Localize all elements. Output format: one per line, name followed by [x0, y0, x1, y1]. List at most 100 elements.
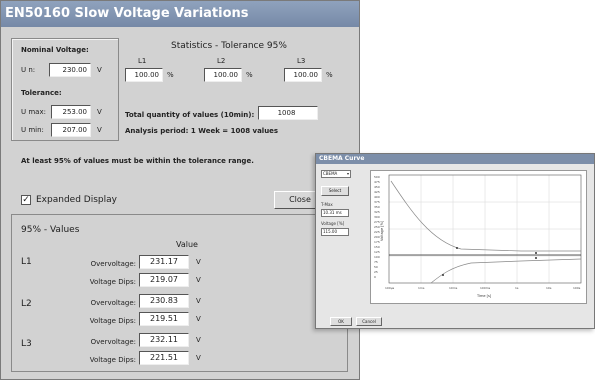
chevron-down-icon: ▾: [346, 171, 349, 176]
y-tick: 0: [374, 275, 376, 279]
measurement-point: [456, 247, 458, 249]
l1-dips-field[interactable]: 219.07: [139, 273, 189, 287]
cbema-plot-svg: 500 475 450 425 400 375 350 325 300 275 …: [374, 174, 582, 298]
window-title: EN50160 Slow Voltage Variations: [1, 1, 359, 27]
phase-l2-row-label: L2: [21, 299, 32, 309]
y-tick: 150: [374, 245, 380, 249]
y-tick: 300: [374, 215, 380, 219]
values-panel-heading: 95% - Values: [21, 225, 80, 235]
field2-label: Voltage [%]: [321, 221, 345, 226]
field1-label: T-Max: [321, 202, 333, 207]
check-icon: ✓: [22, 195, 30, 205]
phase-l3-row-label: L3: [21, 339, 32, 349]
l1-dips-label: Voltage Dips:: [89, 278, 136, 286]
umax-label: U max:: [21, 108, 46, 116]
y-tick-labels: 500 475 450 425 400 375 350 325 300 275 …: [374, 175, 380, 279]
measurement-point: [535, 257, 537, 259]
ok-button[interactable]: OK: [330, 317, 352, 326]
x-tick: 100µs: [385, 286, 395, 290]
umax-unit: V: [97, 108, 102, 116]
phase-l2-header: L2: [217, 57, 226, 65]
l1-overvoltage-field[interactable]: 231.17: [139, 255, 189, 269]
x-axis-label: Time [s]: [476, 294, 492, 298]
phase-l2-field[interactable]: 100.00: [204, 68, 242, 82]
measurement-point: [535, 252, 537, 254]
select-button[interactable]: Select: [321, 186, 349, 196]
phase-l1-header: L1: [138, 57, 147, 65]
x-tick: 10s: [546, 286, 552, 290]
tolerance-heading: Tolerance:: [21, 89, 62, 97]
l2-overvoltage-field[interactable]: 230.83: [139, 294, 189, 308]
y-tick: 175: [374, 240, 380, 244]
x-tick-labels: 100µs 1ms 10ms 100ms 1s 10s 100s: [385, 286, 581, 290]
y-tick: 350: [374, 205, 380, 209]
un-field[interactable]: 230.00: [49, 63, 91, 77]
umin-label: U min:: [21, 126, 44, 134]
y-tick: 450: [374, 185, 380, 189]
y-tick: 75: [374, 260, 378, 264]
l3-dips-label: Voltage Dips:: [89, 356, 136, 364]
en50160-window: EN50160 Slow Voltage Variations Nominal …: [0, 0, 360, 380]
y-tick: 50: [374, 265, 378, 269]
nominal-voltage-heading: Nominal Voltage:: [21, 46, 89, 54]
y-tick: 275: [374, 220, 380, 224]
y-tick: 100: [374, 255, 380, 259]
total-values-field[interactable]: 1008: [258, 106, 318, 120]
l1-overvoltage-label: Overvoltage:: [90, 260, 136, 268]
l3-overvoltage-field[interactable]: 232.11: [139, 333, 189, 347]
y-tick: 425: [374, 190, 380, 194]
curve-window-title: CBEMA Curve: [316, 154, 594, 164]
l2-overvoltage-unit: V: [196, 297, 201, 305]
cancel-button[interactable]: Cancel: [356, 317, 382, 326]
y-tick: 475: [374, 180, 380, 184]
field1-input[interactable]: 10.31 ms: [321, 209, 349, 217]
x-tick: 100ms: [480, 286, 491, 290]
y-tick: 250: [374, 225, 380, 229]
phase-l3-field[interactable]: 100.00: [284, 68, 322, 82]
value-column-header: Value: [176, 240, 198, 249]
y-tick: 225: [374, 230, 380, 234]
umax-field[interactable]: 253.00: [51, 105, 91, 119]
total-values-label: Total quantity of values (10min):: [125, 111, 255, 119]
field2-input[interactable]: 115.00: [321, 228, 349, 236]
curve-type-value: CBEMA: [323, 171, 338, 176]
x-tick: 1ms: [418, 286, 425, 290]
umin-field[interactable]: 207.00: [51, 123, 91, 137]
l3-overvoltage-label: Overvoltage:: [90, 338, 136, 346]
phase-l2-unit: %: [246, 71, 253, 79]
values-panel: 95% - Values Value L1 Overvoltage: 231.1…: [11, 214, 348, 372]
un-label: U n:: [21, 66, 36, 74]
l3-dips-field[interactable]: 221.51: [139, 351, 189, 365]
l3-overvoltage-unit: V: [196, 336, 201, 344]
umin-unit: V: [97, 126, 102, 134]
x-tick: 100s: [573, 286, 581, 290]
y-tick: 500: [374, 175, 380, 179]
phase-l1-row-label: L1: [21, 257, 32, 267]
y-tick: 125: [374, 250, 380, 254]
l3-dips-unit: V: [196, 354, 201, 362]
l2-dips-field[interactable]: 219.51: [139, 312, 189, 326]
l2-dips-label: Voltage Dips:: [89, 317, 136, 325]
l1-overvoltage-unit: V: [196, 258, 201, 266]
analysis-period-text: Analysis period: 1 Week = 1008 values: [125, 127, 279, 135]
phase-l1-field[interactable]: 100.00: [125, 68, 163, 82]
phase-l1-unit: %: [167, 71, 174, 79]
statistics-heading: Statistics - Tolerance 95%: [171, 41, 287, 51]
y-tick: 200: [374, 235, 380, 239]
l1-dips-unit: V: [196, 276, 201, 284]
expanded-display-label: Expanded Display: [36, 195, 117, 205]
cbema-curve-window: CBEMA Curve CBEMA ▾ Select T-Max 10.31 m…: [315, 153, 595, 329]
measurement-point: [442, 274, 444, 276]
lower-limit-curve: [430, 258, 582, 284]
grid-lines: [389, 175, 581, 283]
l2-dips-unit: V: [196, 315, 201, 323]
curve-type-select[interactable]: CBEMA ▾: [321, 170, 351, 178]
y-tick: 400: [374, 195, 380, 199]
y-tick: 325: [374, 210, 380, 214]
y-axis-label: Voltage [%]: [380, 220, 384, 241]
upper-limit-curve: [390, 180, 581, 252]
cbema-plot: 500 475 450 425 400 375 350 325 300 275 …: [370, 170, 587, 304]
expanded-display-checkbox[interactable]: ✓: [21, 195, 31, 205]
l2-overvoltage-label: Overvoltage:: [90, 299, 136, 307]
un-unit: V: [97, 66, 102, 74]
